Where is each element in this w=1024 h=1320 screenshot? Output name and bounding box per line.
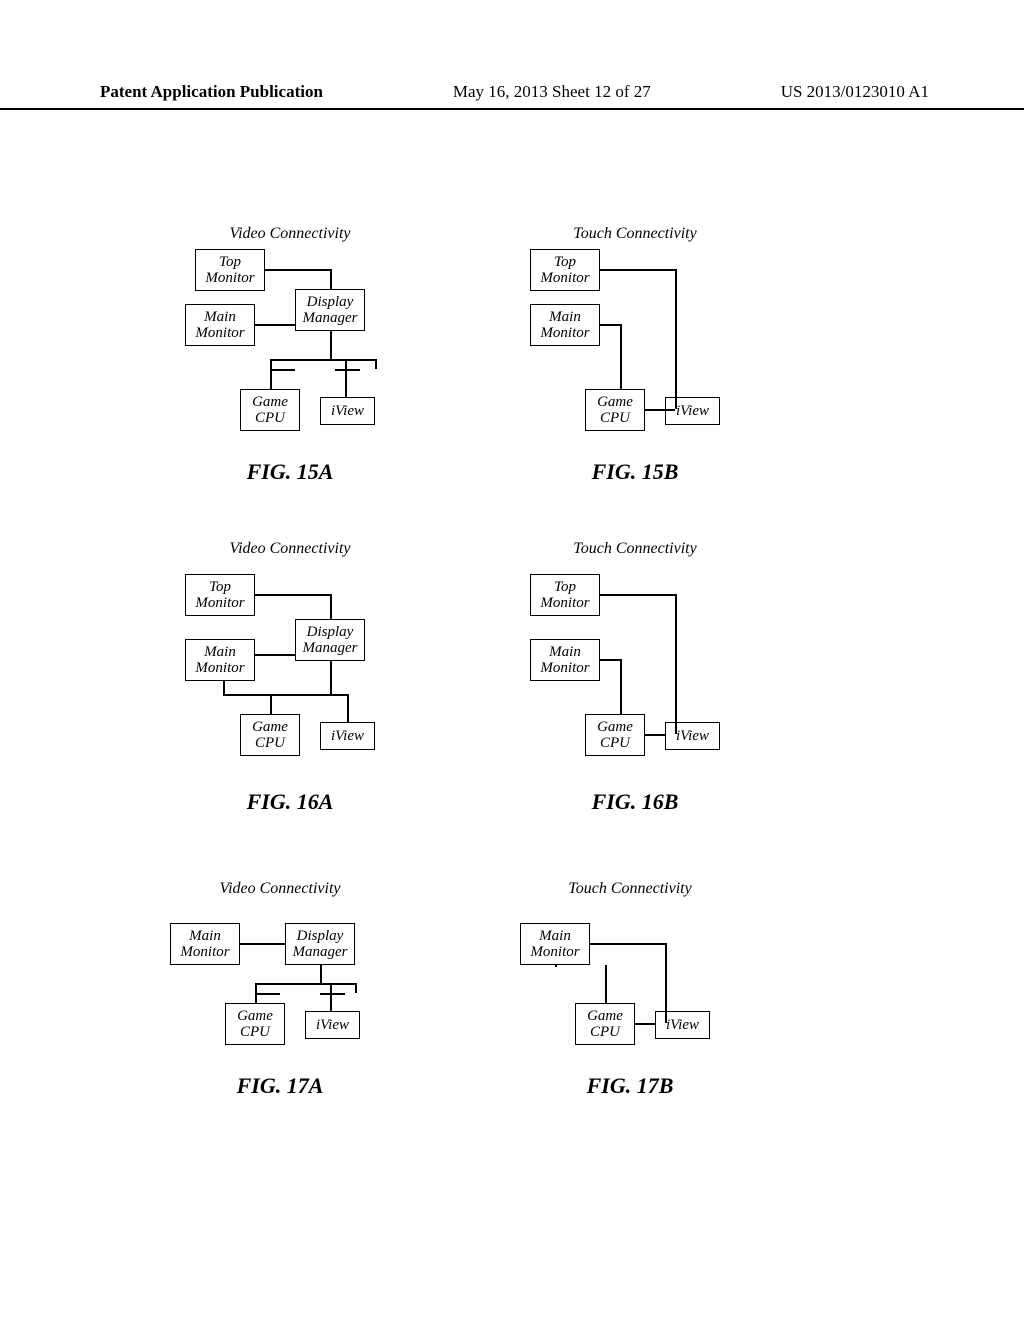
figure-15a: Video Connectivity Top Monitor Main Moni… — [185, 225, 395, 485]
box-game-cpu: Game CPU — [240, 389, 300, 431]
box-iview: iView — [665, 397, 720, 425]
fig17a-title: Video Connectivity — [170, 880, 390, 898]
fig15a-title: Video Connectivity — [185, 225, 395, 243]
box-main-monitor: Main Monitor — [170, 923, 240, 965]
figure-15b: Touch Connectivity Top Monitor Main Moni… — [530, 225, 740, 485]
fig15a-caption: FIG. 15A — [185, 459, 395, 485]
page-header: Patent Application Publication May 16, 2… — [0, 82, 1024, 110]
box-iview: iView — [320, 397, 375, 425]
figure-16a: Video Connectivity Top Monitor Main Moni… — [185, 540, 395, 815]
header-left: Patent Application Publication — [100, 82, 323, 102]
box-game-cpu: Game CPU — [575, 1003, 635, 1045]
box-top-monitor: Top Monitor — [530, 249, 600, 291]
box-iview: iView — [655, 1011, 710, 1039]
box-main-monitor: Main Monitor — [185, 639, 255, 681]
box-iview: iView — [665, 722, 720, 750]
box-display-manager: Display Manager — [295, 619, 365, 661]
box-iview: iView — [320, 722, 375, 750]
box-top-monitor: Top Monitor — [185, 574, 255, 616]
fig16b-caption: FIG. 16B — [530, 789, 740, 815]
header-center: May 16, 2013 Sheet 12 of 27 — [453, 82, 651, 102]
figure-16b: Touch Connectivity Top Monitor Main Moni… — [530, 540, 740, 815]
fig16a-caption: FIG. 16A — [185, 789, 395, 815]
fig15b-title: Touch Connectivity — [530, 225, 740, 243]
fig17a-caption: FIG. 17A — [170, 1073, 390, 1099]
fig16b-title: Touch Connectivity — [530, 540, 740, 558]
figure-17a: Video Connectivity Main Monitor Display … — [170, 880, 390, 1099]
box-game-cpu: Game CPU — [240, 714, 300, 756]
fig17b-title: Touch Connectivity — [520, 880, 740, 898]
fig17b-caption: FIG. 17B — [520, 1073, 740, 1099]
box-main-monitor: Main Monitor — [185, 304, 255, 346]
box-game-cpu: Game CPU — [225, 1003, 285, 1045]
box-main-monitor: Main Monitor — [530, 639, 600, 681]
figure-17b: Touch Connectivity Main Monitor Game CPU… — [520, 880, 740, 1099]
box-game-cpu: Game CPU — [585, 389, 645, 431]
header-right: US 2013/0123010 A1 — [781, 82, 929, 102]
fig16a-title: Video Connectivity — [185, 540, 395, 558]
box-iview: iView — [305, 1011, 360, 1039]
box-display-manager: Display Manager — [295, 289, 365, 331]
box-main-monitor: Main Monitor — [530, 304, 600, 346]
box-main-monitor: Main Monitor — [520, 923, 590, 965]
box-display-manager: Display Manager — [285, 923, 355, 965]
box-top-monitor: Top Monitor — [530, 574, 600, 616]
fig15b-caption: FIG. 15B — [530, 459, 740, 485]
box-game-cpu: Game CPU — [585, 714, 645, 756]
box-top-monitor: Top Monitor — [195, 249, 265, 291]
